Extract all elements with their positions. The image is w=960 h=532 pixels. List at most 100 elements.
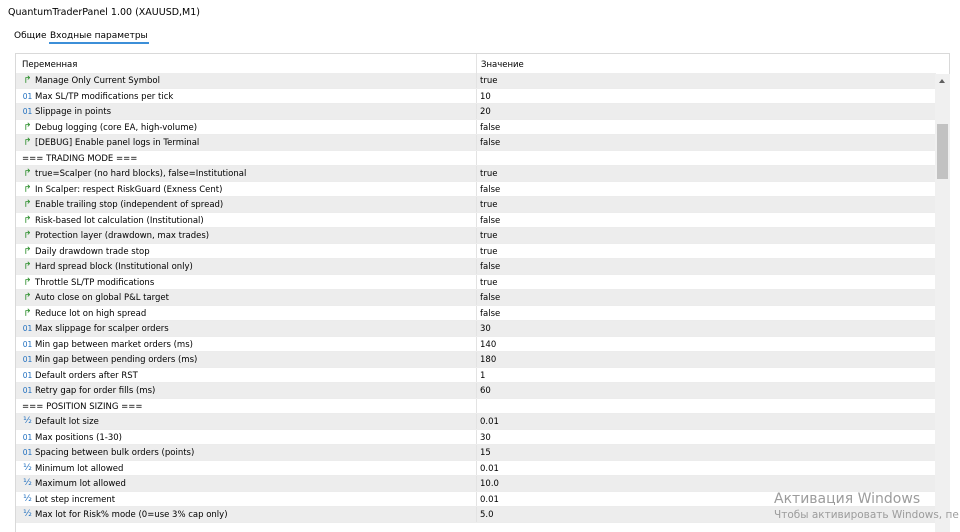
parameter-row[interactable]: ↱ Reduce lot on high spread false (16, 305, 936, 321)
bool-arrow-icon: ↱ (23, 261, 32, 272)
parameter-name: Daily drawdown trade stop (35, 246, 150, 257)
column-header-variable[interactable]: Переменная (22, 60, 77, 70)
parameter-value[interactable]: 0.01 (480, 417, 499, 427)
parameter-value[interactable]: 10.0 (480, 479, 499, 489)
parameter-row[interactable]: ½ Minimum lot allowed 0.01 (16, 460, 936, 476)
cell-divider (476, 429, 477, 444)
parameter-name: Lot step increment (35, 494, 116, 505)
parameter-name: Min gap between pending orders (ms) (35, 355, 198, 365)
bool-arrow-icon: ↱ (23, 292, 32, 303)
int-type-icon: 01 (22, 432, 33, 442)
tab-general[interactable]: Общие (14, 31, 47, 41)
parameter-value[interactable]: false (480, 262, 500, 272)
vertical-scrollbar[interactable] (935, 74, 950, 532)
parameter-row[interactable]: 01 Default orders after RST 1 (16, 367, 936, 383)
parameter-value[interactable]: true (480, 278, 497, 288)
parameter-value[interactable]: 60 (480, 386, 491, 396)
parameter-row[interactable]: 01 Retry gap for order fills (ms) 60 (16, 383, 936, 399)
parameter-value[interactable]: 5.0 (480, 510, 494, 520)
int-type-icon: 01 (22, 386, 33, 395)
section-header: === POSITION SIZING === (22, 401, 143, 412)
parameter-value[interactable]: 0.01 (480, 464, 499, 474)
parameter-row[interactable]: ↱ Enable trailing stop (independent of sp… (16, 197, 936, 213)
parameter-value[interactable]: true (480, 76, 497, 86)
parameter-value[interactable]: false (480, 309, 500, 319)
parameter-row[interactable]: ↱ Protection layer (drawdown, max trades)… (16, 228, 936, 244)
parameter-row[interactable]: ↱ true=Scalper (no hard blocks), false=In… (16, 166, 936, 182)
parameter-rows: ↱ Manage Only Current Symbol true 01 Max SL/… (16, 73, 936, 523)
scroll-thumb[interactable] (937, 124, 948, 179)
parameter-row[interactable]: 01 Min gap between pending orders (ms) 180 (16, 352, 936, 368)
parameter-row[interactable]: 01 Spacing between bulk orders (points) 15 (16, 445, 936, 461)
double-type-icon: ½ (23, 416, 32, 426)
parameter-value[interactable]: false (480, 123, 500, 133)
parameter-value[interactable]: true (480, 231, 497, 241)
cell-divider (476, 274, 477, 289)
parameter-name: true=Scalper (no hard blocks), false=Ins… (35, 169, 247, 179)
parameter-row[interactable]: === TRADING MODE === (16, 150, 936, 166)
parameter-name: In Scalper: respect RiskGuard (Exness Ce… (35, 184, 223, 195)
cell-divider (476, 197, 477, 212)
bool-arrow-icon: ↱ (23, 245, 32, 257)
parameter-name: Risk-based lot calculation (Institutiona… (35, 215, 204, 226)
column-divider[interactable] (476, 54, 477, 74)
parameter-row[interactable]: === POSITION SIZING === (16, 398, 936, 414)
window-title: QuantumTraderPanel 1.00 (XAUUSD,M1) (8, 7, 201, 18)
parameter-row[interactable]: ↱ Debug logging (core EA, high-volume) fal… (16, 119, 936, 135)
parameter-value[interactable]: false (480, 185, 500, 195)
parameter-value[interactable]: 140 (480, 340, 496, 350)
cell-divider (476, 73, 477, 88)
parameter-row[interactable]: ↱ In Scalper: respect RiskGuard (Exness C… (16, 181, 936, 197)
parameter-row[interactable]: ↱ Auto close on global P&L target false (16, 290, 936, 306)
parameter-name: Min gap between market orders (ms) (35, 339, 193, 350)
parameter-row[interactable]: ½ Default lot size 0.01 (16, 414, 936, 430)
cell-divider (476, 228, 477, 243)
cell-divider (476, 259, 477, 274)
cell-divider (476, 181, 477, 196)
double-type-icon: ½ (23, 478, 32, 488)
parameter-row[interactable]: ↱ Hard spread block (Institutional only) f… (16, 259, 936, 275)
parameter-value[interactable]: false (480, 216, 500, 226)
parameter-value[interactable]: 1 (480, 371, 485, 381)
parameter-value[interactable]: 10 (480, 92, 491, 102)
parameter-value[interactable]: 0.01 (480, 495, 499, 505)
parameter-value[interactable]: true (480, 169, 497, 179)
bool-arrow-icon: ↱ (23, 307, 32, 319)
parameter-name: Throttle SL/TP modifications (35, 277, 155, 288)
parameter-name: Reduce lot on high spread (35, 308, 147, 319)
parameter-row[interactable]: ↱ Risk-based lot calculation (Institution… (16, 212, 936, 228)
parameter-row[interactable]: ½ Maximum lot allowed 10.0 (16, 476, 936, 492)
bool-arrow-icon: ↱ (23, 199, 32, 210)
bool-arrow-icon: ↱ (23, 168, 32, 179)
cell-divider (476, 243, 477, 258)
parameter-value[interactable]: 30 (480, 433, 491, 443)
parameter-row[interactable]: 01 Max SL/TP modifications per tick 10 (16, 88, 936, 104)
cell-divider (476, 119, 477, 134)
parameter-value[interactable]: 30 (480, 324, 491, 334)
cell-divider (476, 367, 477, 382)
parameter-row[interactable]: ↱ Manage Only Current Symbol true (16, 73, 936, 89)
parameter-row[interactable]: ↱ Daily drawdown trade stop true (16, 243, 936, 259)
parameter-value[interactable]: false (480, 138, 500, 148)
column-header-value[interactable]: Значение (481, 60, 524, 70)
parameter-row[interactable]: 01 Slippage in points 20 (16, 104, 936, 120)
tab-input-parameters[interactable]: Входные параметры (49, 31, 149, 44)
parameter-value[interactable]: true (480, 247, 497, 257)
parameter-value[interactable]: 180 (480, 355, 496, 365)
parameter-value[interactable]: false (480, 293, 500, 303)
parameter-row[interactable]: 01 Max slippage for scalper orders 30 (16, 321, 936, 337)
grid-header: Переменная Значение (16, 54, 936, 74)
cell-divider (476, 88, 477, 103)
cell-divider (476, 445, 477, 460)
scroll-up-arrow-icon[interactable] (935, 74, 950, 87)
parameter-row[interactable]: ↱ [DEBUG] Enable panel logs in Terminal fa… (16, 135, 936, 151)
parameter-row[interactable]: 01 Min gap between market orders (ms) 140 (16, 336, 936, 352)
cell-divider (476, 507, 477, 522)
parameter-value[interactable]: 15 (480, 448, 491, 458)
parameter-value[interactable]: 20 (480, 107, 491, 117)
cell-divider (476, 290, 477, 305)
parameter-row[interactable]: ↱ Throttle SL/TP modifications true (16, 274, 936, 290)
parameter-value[interactable]: true (480, 200, 497, 210)
int-type-icon: 01 (22, 448, 33, 457)
parameter-row[interactable]: 01 Max positions (1-30) 30 (16, 429, 936, 445)
